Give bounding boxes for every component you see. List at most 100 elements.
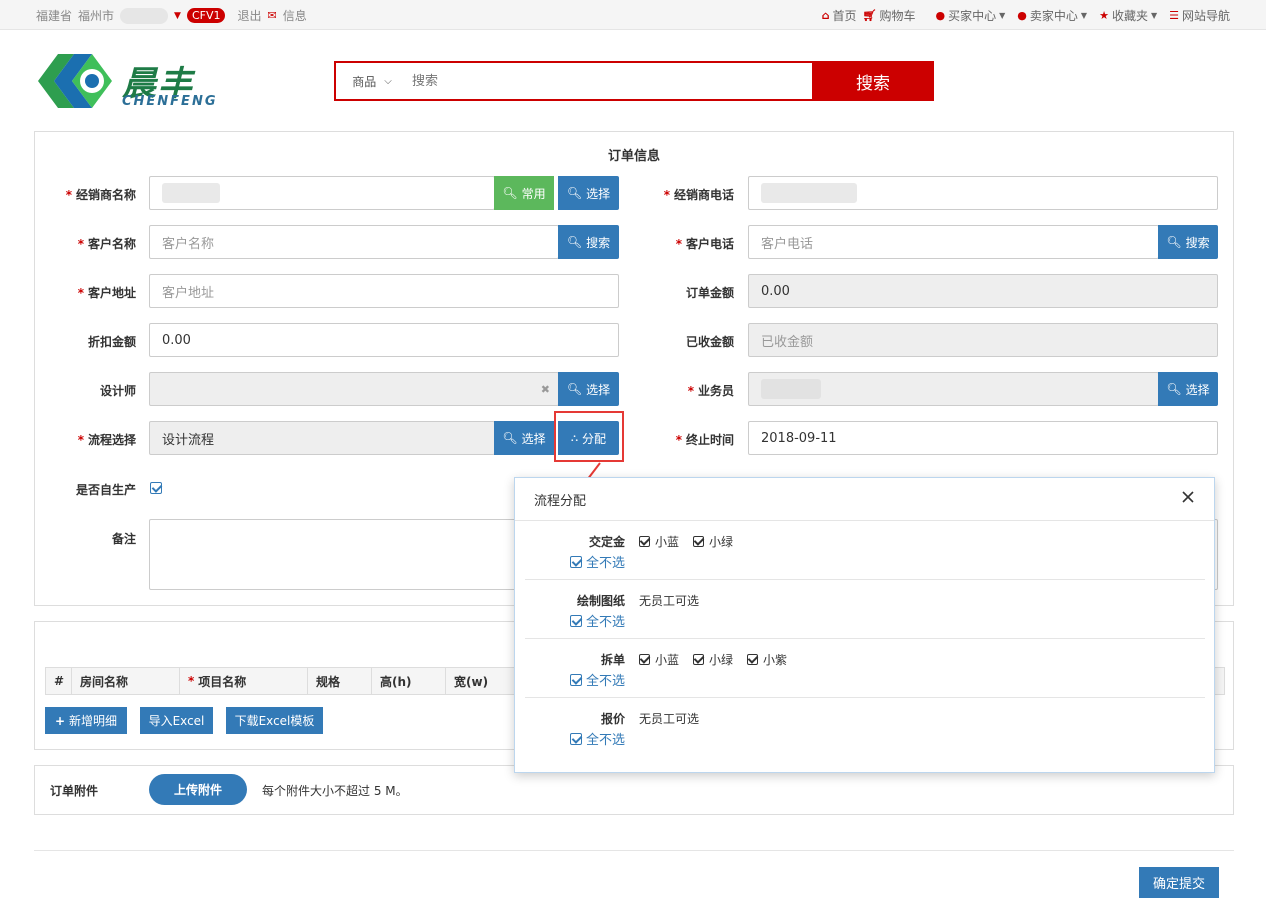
seller-center-menu[interactable]: ● 卖家中心 ▼ (1017, 7, 1087, 24)
customer-name-input[interactable]: 客户名称 (149, 225, 559, 259)
favorites-menu[interactable]: ★ 收藏夹 ▼ (1099, 7, 1157, 24)
select-flow-button[interactable]: 🔍︎ 选择 (494, 421, 554, 455)
user-icon: ● (935, 9, 946, 22)
logo-text-en: CHENFENG (122, 94, 218, 109)
top-nav: ⌂ 首页 🛒︎ 购物车 ● 买家中心 ▼ ● 卖家中心 ▼ ★ 收藏夹 ▼ ☰ 网站导航 (822, 7, 1230, 24)
top-bar: 福建省 福州市 ▼ CFV1 退出 ✉ 信息 ⌂ 首页 🛒︎ 购物车 ● 买家中心 ▼ … (0, 0, 1266, 30)
staff-checkbox[interactable]: 小紫 (747, 651, 787, 668)
deselect-all-toggle[interactable]: 全不选 (565, 670, 625, 689)
search-button[interactable]: 搜索 (812, 61, 934, 101)
flow-label: * 流程选择 (77, 433, 136, 447)
dealer-name-label: * 经销商名称 (65, 188, 136, 202)
search-icon: 🔍︎ (566, 186, 583, 200)
add-detail-button[interactable]: + 新增明细 (45, 707, 127, 734)
dealer-phone-input[interactable] (748, 176, 1218, 210)
customer-address-input[interactable]: 客户地址 (149, 274, 619, 308)
messages-link[interactable]: 信息 (283, 7, 307, 24)
col-room-name: 房间名称 (72, 668, 180, 694)
search-icon: 🔍︎ (1166, 382, 1182, 396)
step-label: 交定金 (588, 535, 625, 549)
customer-address-label: * 客户地址 (77, 286, 136, 300)
step-label: 绘制图纸 (576, 594, 625, 608)
search-category-select[interactable]: 商品 ⌵ (336, 63, 408, 99)
chevron-down-icon: ▼ (999, 11, 1006, 20)
import-excel-button[interactable]: 导入Excel (140, 707, 213, 734)
common-dealer-button[interactable]: 🔍︎ 常用 (494, 176, 554, 210)
order-info-title: 订单信息 (607, 149, 660, 164)
col-index: # (46, 668, 72, 694)
location-bar: 福建省 福州市 ▼ CFV1 退出 ✉ 信息 (36, 7, 307, 24)
flow-step-row: 交定金 小蓝 小绿 全不选 (525, 521, 1205, 580)
deselect-all-toggle[interactable]: 全不选 (565, 729, 625, 748)
mail-icon[interactable]: ✉ (268, 9, 277, 22)
staff-checkbox[interactable]: 小蓝 (639, 651, 679, 668)
checkbox-checked-icon (569, 673, 582, 686)
buyer-center-menu[interactable]: ● 买家中心 ▼ (936, 7, 1006, 24)
self-produce-checkbox[interactable] (150, 482, 162, 494)
search-icon: 🔍︎ (566, 235, 583, 249)
upload-attachment-button[interactable]: 上传附件 (149, 774, 247, 805)
download-template-button[interactable]: 下载Excel模板 (226, 707, 323, 734)
flow-assign-dialog: 流程分配 交定金 小蓝 小绿 全不选 绘制图纸 无员工可选 全不选 拆单 小蓝 … (514, 477, 1215, 773)
assign-button-highlight (554, 411, 624, 462)
cart-link[interactable]: 🛒︎ 购物车 (863, 7, 916, 24)
select-dealer-button[interactable]: 🔍︎ 选择 (558, 176, 619, 210)
staff-checkbox[interactable]: 小蓝 (639, 533, 679, 550)
staff-options: 小蓝 小绿 (639, 533, 733, 550)
customer-phone-input[interactable]: 客户电话 (748, 225, 1159, 259)
clear-icon[interactable]: ✖ (541, 383, 550, 396)
dealer-name-input[interactable] (149, 176, 495, 210)
staff-checkbox[interactable]: 小绿 (693, 651, 733, 668)
logout-link[interactable]: 退出 (237, 7, 261, 24)
deselect-all-toggle[interactable]: 全不选 (565, 611, 625, 630)
designer-field[interactable]: ✖ (149, 372, 559, 406)
staff-options: 小蓝 小绿 小紫 (639, 651, 787, 668)
list-icon: ☰ (1169, 9, 1179, 22)
chevron-down-icon: ▼ (1080, 11, 1088, 20)
end-time-input[interactable]: 2018-09-11 (748, 421, 1218, 455)
flow-field[interactable]: 设计流程 (149, 421, 495, 455)
select-salesman-button[interactable]: 🔍︎ 选择 (1158, 372, 1218, 406)
home-link[interactable]: ⌂ 首页 (822, 7, 857, 24)
search-customer-button[interactable]: 🔍︎ 搜索 (558, 225, 619, 259)
footer-divider (34, 850, 1234, 851)
search-input[interactable] (408, 63, 812, 99)
no-staff-text: 无员工可选 (639, 594, 700, 608)
discount-input[interactable]: 0.00 (149, 323, 619, 357)
province-label: 福建省 (36, 9, 73, 23)
logo-mark-icon (38, 54, 112, 108)
dialog-header: 流程分配 (515, 478, 1214, 521)
customer-name-label: * 客户名称 (77, 237, 136, 251)
close-icon[interactable] (1180, 489, 1196, 505)
attachments-hint: 每个附件大小不超过 5 M。 (262, 784, 408, 798)
deselect-all-toggle[interactable]: 全不选 (565, 552, 625, 571)
end-time-label: * 终止时间 (675, 433, 734, 447)
attachments-label: 订单附件 (50, 784, 99, 798)
sitemap-link[interactable]: ☰ 网站导航 (1169, 7, 1230, 24)
designer-label: 设计师 (99, 384, 136, 398)
site-logo[interactable]: 晨丰 CHENFENG (34, 44, 234, 120)
col-height: 高(h) (372, 668, 446, 694)
select-designer-button[interactable]: 🔍︎ 选择 (558, 372, 619, 406)
user-badge: CFV1 (186, 8, 226, 23)
checkbox-checked-icon (569, 732, 582, 745)
staff-checkbox[interactable]: 小绿 (693, 533, 733, 550)
received-amount-field: 已收金额 (748, 323, 1218, 357)
checkbox-checked-icon (569, 614, 582, 627)
username-redacted[interactable] (120, 7, 169, 24)
flow-step-row: 绘制图纸 无员工可选 全不选 (525, 580, 1205, 639)
received-amount-label: 已收金额 (685, 335, 734, 349)
search-icon: 🔍︎ (502, 186, 518, 200)
discount-label: 折扣金额 (87, 335, 136, 349)
customer-phone-label: * 客户电话 (675, 237, 734, 251)
checkbox-checked-icon (693, 536, 705, 547)
plus-icon: + (54, 713, 66, 728)
submit-button[interactable]: 确定提交 (1139, 867, 1219, 898)
salesman-field[interactable] (748, 372, 1159, 406)
checkbox-checked-icon (639, 536, 650, 547)
chevron-down-icon[interactable]: ▼ (174, 11, 181, 21)
flow-step-row: 拆单 小蓝 小绿 小紫 全不选 (525, 639, 1205, 698)
checkbox-checked-icon (747, 654, 759, 665)
search-phone-button[interactable]: 🔍︎ 搜索 (1158, 225, 1218, 259)
checkbox-checked-icon (693, 654, 705, 665)
